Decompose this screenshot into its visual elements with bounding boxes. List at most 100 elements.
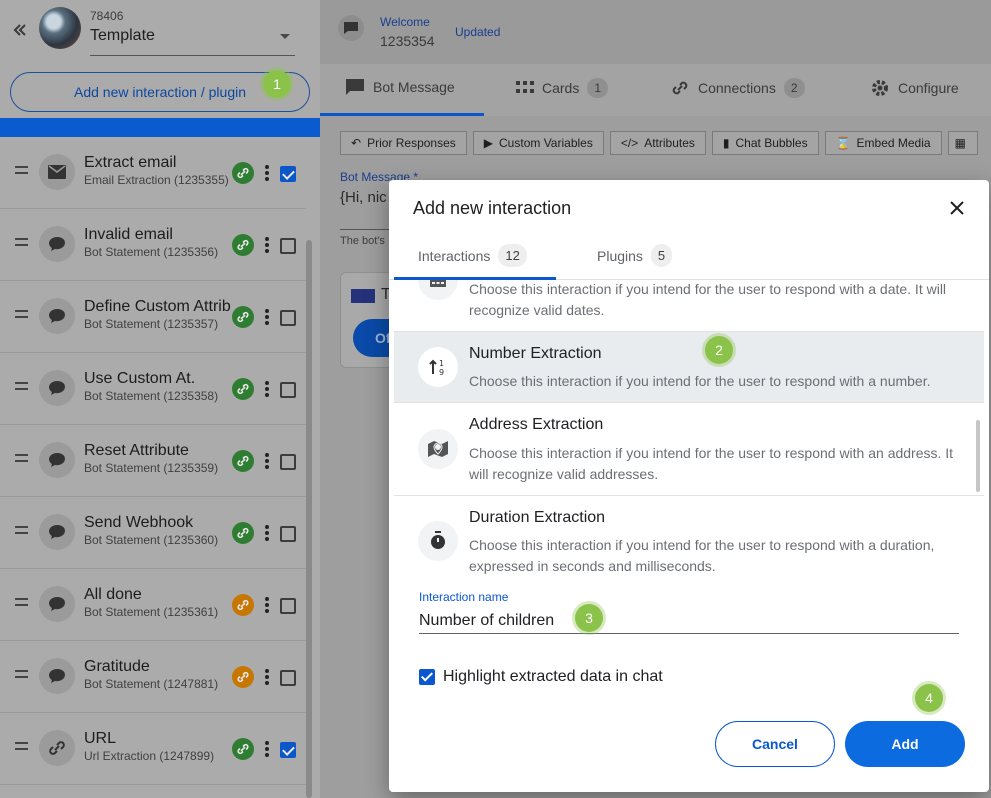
chat-bubble-icon xyxy=(39,298,75,334)
list-item-address-extraction[interactable]: Address Extraction Choose this interacti… xyxy=(394,403,984,496)
sidebar-item[interactable]: Gratitude Bot Statement (1247881) xyxy=(0,641,306,713)
drag-handle-icon[interactable] xyxy=(15,742,28,754)
more-options-icon[interactable] xyxy=(265,381,269,397)
option-description: Choose this interaction if you intend fo… xyxy=(469,445,954,482)
add-button[interactable]: Add xyxy=(845,721,965,767)
tab-bot-message[interactable]: Bot Message xyxy=(345,78,455,96)
number-sort-icon: 19 xyxy=(418,347,458,387)
sidebar-item[interactable]: Reset Attribute Bot Statement (1235359) xyxy=(0,425,306,497)
close-icon[interactable] xyxy=(945,196,969,220)
list-item-date-extraction[interactable]: Choose this interaction if you intend fo… xyxy=(394,280,984,332)
tab-configure[interactable]: Configure xyxy=(870,78,959,98)
tab-cards[interactable]: Cards 1 xyxy=(516,78,609,98)
more-options-icon[interactable] xyxy=(265,453,269,469)
sidebar-scrollbar[interactable] xyxy=(306,240,312,798)
sidebar-item-checkbox[interactable] xyxy=(280,382,296,398)
drag-handle-icon[interactable] xyxy=(15,526,28,538)
highlight-checkbox[interactable] xyxy=(419,669,435,685)
drag-handle-icon[interactable] xyxy=(15,382,28,394)
collapse-sidebar-icon[interactable] xyxy=(10,20,30,40)
tab-count: 1 xyxy=(587,78,609,98)
connection-link-icon[interactable] xyxy=(232,378,254,400)
chat-bubble-icon xyxy=(39,586,75,622)
drag-handle-icon[interactable] xyxy=(15,454,28,466)
list-item-duration-extraction[interactable]: Duration Extraction Choose this interact… xyxy=(394,496,984,580)
tab-connections[interactable]: Connections 2 xyxy=(670,78,805,98)
tab-interactions[interactable]: Interactions 12 xyxy=(418,244,527,267)
drag-handle-icon[interactable] xyxy=(15,166,28,178)
sidebar-item-title: URL xyxy=(84,730,117,747)
grid-icon xyxy=(516,81,534,93)
sidebar-item-subtitle: Url Extraction (1247899) xyxy=(84,749,215,763)
toolbar-label: Custom Variables xyxy=(499,136,593,150)
toolbar-label: Chat Bubbles xyxy=(735,136,808,150)
list-item-number-extraction[interactable]: 19 Number Extraction Choose this interac… xyxy=(394,332,984,403)
more-options-icon[interactable] xyxy=(265,597,269,613)
sidebar-item-checkbox[interactable] xyxy=(280,598,296,614)
sidebar-item[interactable]: All done Bot Statement (1235361) xyxy=(0,569,306,641)
attributes-button[interactable]: </> Attributes xyxy=(609,131,706,155)
custom-variables-button[interactable]: ▶ Custom Variables xyxy=(472,131,604,155)
sidebar-item-checkbox[interactable] xyxy=(280,742,296,758)
connection-link-icon[interactable] xyxy=(232,162,254,184)
tab-plugins[interactable]: Plugins 5 xyxy=(597,244,673,267)
sidebar-item-title: Define Custom Attrib xyxy=(84,298,231,315)
template-select[interactable]: Template xyxy=(90,27,155,45)
more-options-icon[interactable] xyxy=(265,309,269,325)
drag-handle-icon[interactable] xyxy=(15,598,28,610)
embed-media-button[interactable]: ⌛ Embed Media xyxy=(824,131,942,155)
sidebar-item-subtitle: Bot Statement (1235356) xyxy=(84,245,219,259)
callout-badge: 4 xyxy=(915,684,943,712)
bot-message-input[interactable]: {Hi, nic xyxy=(340,189,387,206)
connection-link-icon[interactable] xyxy=(232,450,254,472)
sidebar-item-title: Reset Attribute xyxy=(84,442,189,459)
connection-link-icon[interactable] xyxy=(232,234,254,256)
table-button[interactable]: ▦ xyxy=(947,131,978,155)
sidebar-item-checkbox[interactable] xyxy=(280,454,296,470)
options-scrollbar[interactable] xyxy=(976,420,980,492)
sidebar-item-subtitle: Bot Statement (1235360) xyxy=(84,533,219,547)
selected-row-highlight xyxy=(0,118,320,137)
more-options-icon[interactable] xyxy=(265,669,269,685)
tab-label: Configure xyxy=(898,80,959,96)
sidebar-item-checkbox[interactable] xyxy=(280,238,296,254)
sidebar-item-checkbox[interactable] xyxy=(280,526,296,542)
more-options-icon[interactable] xyxy=(265,165,269,181)
connection-link-icon[interactable] xyxy=(232,666,254,688)
chevron-down-icon[interactable] xyxy=(280,34,290,39)
sidebar-item-checkbox[interactable] xyxy=(280,670,296,686)
drag-handle-icon[interactable] xyxy=(15,238,28,250)
drag-handle-icon[interactable] xyxy=(15,670,28,682)
tab-count: 2 xyxy=(783,78,805,98)
connection-link-icon[interactable] xyxy=(232,594,254,616)
cancel-button[interactable]: Cancel xyxy=(715,721,835,767)
sidebar-item[interactable]: Extract email Email Extraction (1235355) xyxy=(0,137,306,209)
option-description: Choose this interaction if you intend fo… xyxy=(469,537,935,574)
interaction-name-input[interactable] xyxy=(419,608,959,634)
prior-responses-button[interactable]: ↶ Prior Responses xyxy=(340,131,467,155)
drag-handle-icon[interactable] xyxy=(15,310,28,322)
connection-link-icon[interactable] xyxy=(232,306,254,328)
connection-link-icon[interactable] xyxy=(232,522,254,544)
more-options-icon[interactable] xyxy=(265,525,269,541)
sidebar-item[interactable]: Use Custom At. Bot Statement (1235358) xyxy=(0,353,306,425)
uk-flag-icon xyxy=(351,289,375,303)
chat-bubble-icon xyxy=(39,514,75,550)
sidebar-item[interactable]: Invalid email Bot Statement (1235356) xyxy=(0,209,306,281)
chat-bubble-icon xyxy=(39,370,75,406)
tab-label: Connections xyxy=(698,80,776,96)
updated-status: Updated xyxy=(455,25,501,39)
sidebar-item[interactable]: Define Custom Attrib Bot Statement (12353… xyxy=(0,281,306,353)
sidebar-item[interactable]: Send Webhook Bot Statement (1235360) xyxy=(0,497,306,569)
connection-link-icon[interactable] xyxy=(232,738,254,760)
more-options-icon[interactable] xyxy=(265,741,269,757)
sidebar-item-checkbox[interactable] xyxy=(280,310,296,326)
sidebar-item-checkbox[interactable] xyxy=(280,166,296,182)
sidebar-item[interactable]: URL Url Extraction (1247899) xyxy=(0,713,306,785)
chat-bubbles-button[interactable]: ▮ Chat Bubbles xyxy=(711,131,819,155)
message-icon xyxy=(346,79,364,95)
code-icon: </> xyxy=(620,136,639,150)
more-options-icon[interactable] xyxy=(265,237,269,253)
chat-bubble-icon xyxy=(39,226,75,262)
template-header: 78406 Template xyxy=(0,0,320,68)
